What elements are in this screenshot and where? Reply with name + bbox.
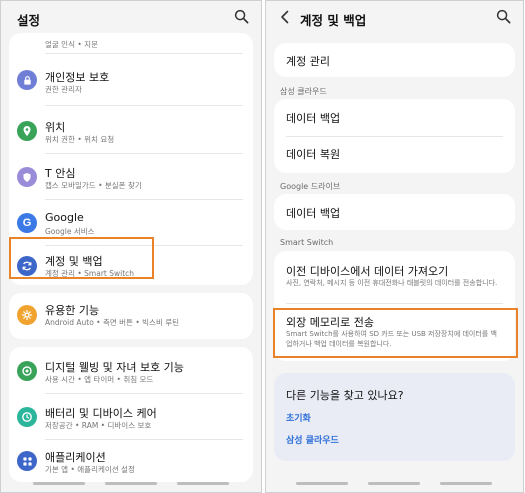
settings-item-sub: Google 서비스 [45, 227, 95, 236]
google-icon: G [17, 213, 37, 233]
settings-item-label: 위치 [45, 121, 66, 134]
back-arrow-icon[interactable] [278, 9, 292, 25]
settings-item-sub: 기본 앱 • 애플리케이션 설정 [45, 465, 135, 474]
settings-item-device-care[interactable]: 배터리 및 디바이스 케어 저장공간 • RAM • 디바이스 보호 [9, 395, 253, 439]
google-drive-card: 데이터 백업 [274, 194, 515, 230]
settings-item-sub: 권한 관리자 [45, 85, 82, 94]
search-icon[interactable] [496, 9, 511, 24]
account-backup-screen: 계정 및 백업 계정 관리 삼성 클라우드 데이터 백업 데이터 복원 Goog… [265, 0, 524, 493]
account-manage-item[interactable]: 계정 관리 [286, 53, 330, 69]
t-safe-icon [17, 167, 37, 187]
advanced-features-icon [17, 305, 37, 325]
settings-item-label: 배터리 및 디바이스 케어 [45, 407, 157, 420]
settings-item-label: Google [45, 211, 84, 224]
gesture-bar [266, 482, 523, 486]
import-from-old-device-title[interactable]: 이전 디바이스에서 데이터 가져오기 [286, 263, 448, 279]
samsung-cloud-section-header: 삼성 클라우드 [280, 87, 327, 96]
google-drive-section-header: Google 드라이브 [280, 182, 341, 191]
settings-screen: 설정 얼굴 인식 • 지문 개인정보 보호 권한 관리자 위치 위치 권한 • … [0, 0, 262, 493]
privacy-icon [17, 70, 37, 90]
digital-wellbeing-icon [17, 361, 37, 381]
samsung-cloud-backup-item[interactable]: 데이터 백업 [286, 110, 340, 126]
google-drive-backup-item[interactable]: 데이터 백업 [286, 205, 340, 221]
page-title: 계정 및 백업 [300, 13, 367, 28]
samsung-cloud-card: 데이터 백업 데이터 복원 [274, 99, 515, 173]
settings-card-3: 디지털 웰빙 및 자녀 보호 기능 사용 시간 • 앱 타이머 • 취침 모드 … [9, 347, 253, 482]
reset-link[interactable]: 초기화 [286, 411, 311, 424]
settings-item-t-safe[interactable]: T 안심 캡스 모바일가드 • 분실폰 찾기 [9, 155, 253, 199]
settings-item-label: 애플리케이션 [45, 451, 106, 464]
external-storage-highlight [273, 308, 518, 358]
biometrics-subtitle: 얼굴 인식 • 지문 [45, 40, 98, 49]
settings-item-digital-wellbeing[interactable]: 디지털 웰빙 및 자녀 보호 기능 사용 시간 • 앱 타이머 • 취침 모드 [9, 347, 253, 391]
settings-item-label: 개인정보 보호 [45, 71, 110, 84]
account-manage-card: 계정 관리 [274, 43, 515, 77]
smart-switch-section-header: Smart Switch [280, 238, 334, 247]
settings-item-label: 디지털 웰빙 및 자녀 보호 기능 [45, 361, 184, 374]
settings-item-sub: 사용 시간 • 앱 타이머 • 취침 모드 [45, 375, 154, 384]
samsung-cloud-link[interactable]: 삼성 클라우드 [286, 433, 339, 446]
account-backup-header: 계정 및 백업 [266, 1, 523, 33]
help-card: 다른 기능을 찾고 있나요? 초기화 삼성 클라우드 [274, 373, 515, 461]
settings-item-sub: 저장공간 • RAM • 디바이스 보호 [45, 421, 152, 430]
search-icon[interactable] [234, 9, 249, 24]
device-care-icon [17, 407, 37, 427]
apps-icon [17, 451, 37, 471]
import-from-old-device-desc: 사진, 연락처, 메시지 등 이전 휴대전화나 태블릿의 데이터를 전송합니다. [286, 279, 498, 287]
help-question: 다른 기능을 찾고 있나요? [286, 389, 404, 402]
page-title: 설정 [17, 13, 41, 28]
settings-item-label: T 안심 [45, 167, 76, 180]
settings-item-sub: Android Auto • 측면 버튼 • 빅스비 루틴 [45, 318, 180, 327]
gesture-bar [1, 482, 261, 486]
account-backup-highlight [9, 237, 154, 279]
settings-header: 설정 [1, 1, 261, 33]
settings-item-location[interactable]: 위치 위치 권한 • 위치 요청 [9, 109, 253, 153]
settings-item-privacy[interactable]: 개인정보 보호 권한 관리자 [9, 57, 253, 103]
settings-item-apps[interactable]: 애플리케이션 기본 앱 • 애플리케이션 설정 [9, 441, 253, 481]
settings-item-sub: 캡스 모바일가드 • 분실폰 찾기 [45, 181, 142, 190]
settings-item-advanced-features[interactable]: 유용한 기능 Android Auto • 측면 버튼 • 빅스비 루틴 [9, 293, 253, 339]
samsung-cloud-restore-item[interactable]: 데이터 복원 [286, 146, 340, 162]
settings-item-label: 유용한 기능 [45, 304, 100, 317]
settings-item-sub: 위치 권한 • 위치 요청 [45, 135, 115, 144]
location-icon [17, 121, 37, 141]
settings-card-2: 유용한 기능 Android Auto • 측면 버튼 • 빅스비 루틴 [9, 293, 253, 339]
